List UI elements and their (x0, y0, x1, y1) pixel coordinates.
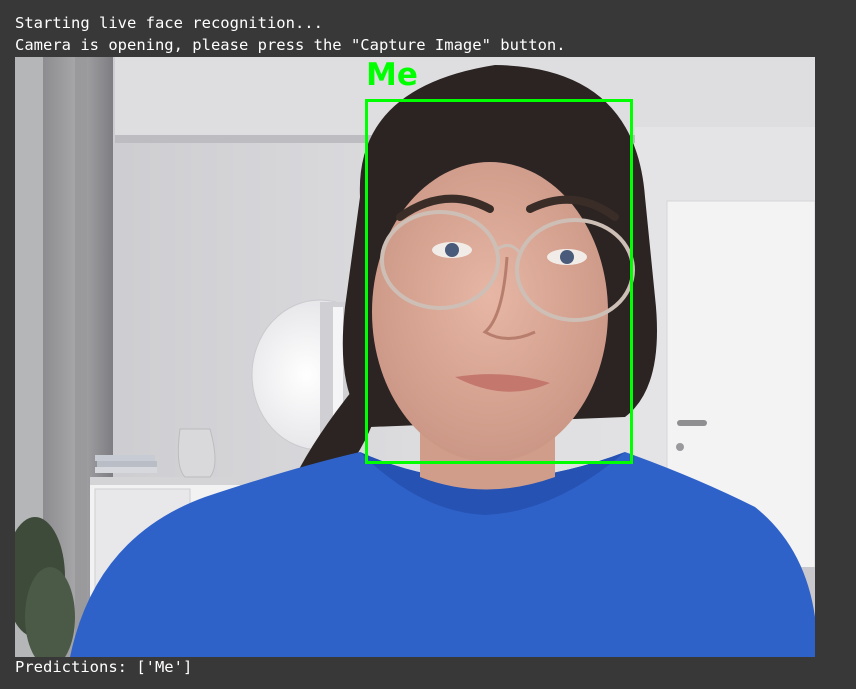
console-output-line: Camera is opening, please press the "Cap… (15, 36, 566, 54)
face-detection-box (365, 99, 633, 464)
camera-frame: Me (15, 57, 815, 657)
console-output-line: Starting live face recognition... (15, 14, 323, 32)
predictions-output: Predictions: ['Me'] (15, 658, 193, 676)
face-label: Me (366, 57, 418, 93)
